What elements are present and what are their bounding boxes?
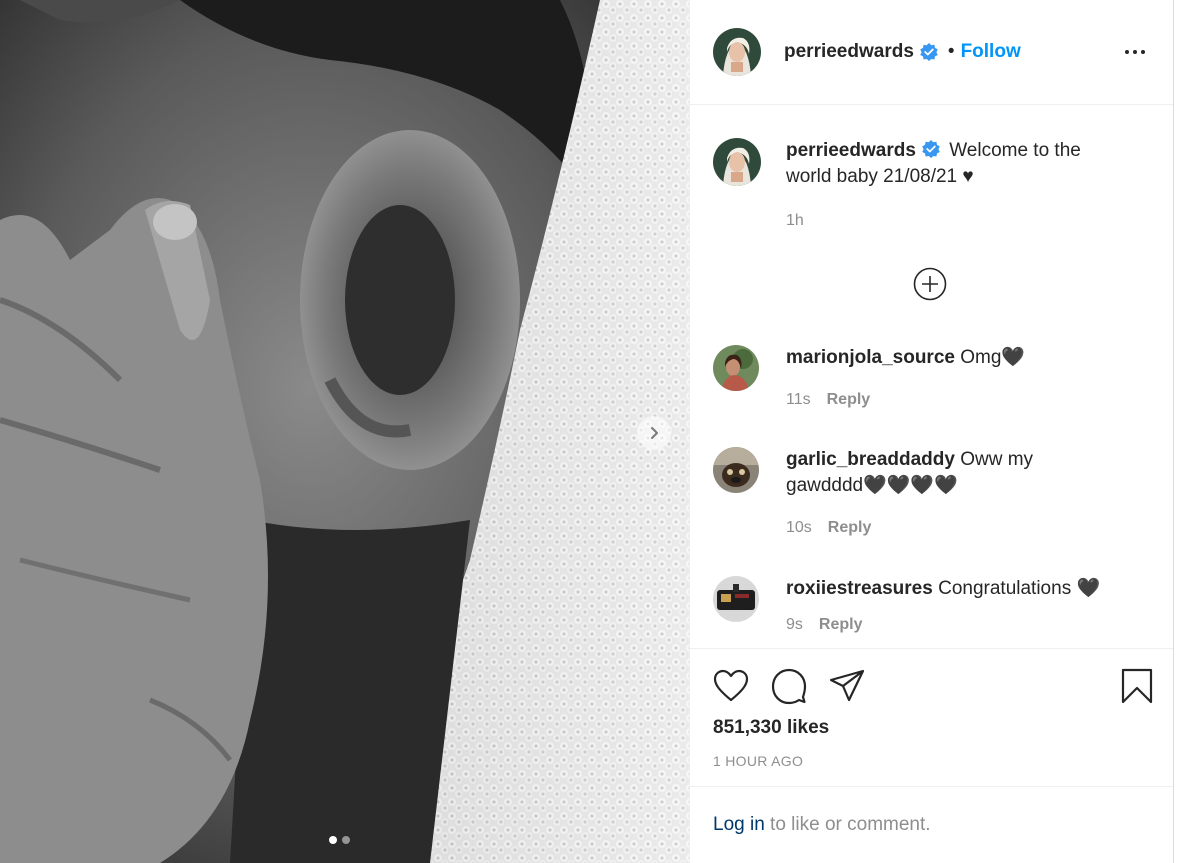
commenter-avatar-image xyxy=(713,345,759,391)
header-separator: • xyxy=(947,41,955,62)
caption-avatar-image xyxy=(713,138,761,186)
comments-section[interactable]: perrieedwards Welcome to the world baby … xyxy=(690,105,1173,648)
reply-button[interactable]: Reply xyxy=(819,616,863,633)
commenter-avatar-image xyxy=(713,576,759,622)
commenter-avatar[interactable] xyxy=(713,345,759,391)
chevron-right-icon xyxy=(651,427,658,439)
more-options-icon[interactable] xyxy=(1125,42,1149,62)
author-avatar[interactable] xyxy=(713,28,761,76)
next-slide-button[interactable] xyxy=(637,416,671,450)
caption-text-block: perrieedwards Welcome to the world baby … xyxy=(786,138,1116,190)
author-username[interactable]: perrieedwards xyxy=(784,41,914,63)
commenter-avatar-image xyxy=(713,447,759,493)
caption-username[interactable]: perrieedwards xyxy=(786,140,916,161)
post-actions: 851,330 likes 1 HOUR AGO xyxy=(690,648,1173,786)
comment-row: garlic_breaddaddy Oww my gawdddd🖤🖤🖤🖤 10s… xyxy=(713,447,1153,541)
comment-text: Omg🖤 xyxy=(960,347,1026,368)
baby-photo-image xyxy=(0,0,689,863)
caption-row: perrieedwards Welcome to the world baby … xyxy=(713,138,1153,234)
comment-text-block: marionjola_source Omg🖤 xyxy=(786,345,1126,371)
comment-time: 10s xyxy=(786,519,812,536)
commenter-avatar[interactable] xyxy=(713,447,759,493)
verified-badge-icon xyxy=(922,140,940,158)
likes-count[interactable]: 851,330 likes xyxy=(713,717,829,739)
comment-icon[interactable] xyxy=(770,667,808,705)
carousel-dot xyxy=(342,836,350,844)
comment-username[interactable]: marionjola_source xyxy=(786,347,955,368)
comment-text: Congratulations 🖤 xyxy=(938,578,1101,599)
login-prompt: Log in to like or comment. xyxy=(690,786,1173,863)
comment-row: marionjola_source Omg🖤 11s Reply xyxy=(713,345,1153,413)
commenter-avatar[interactable] xyxy=(713,576,759,622)
comment-username[interactable]: roxiiestreasures xyxy=(786,578,933,599)
paper-plane-icon[interactable] xyxy=(828,667,866,705)
comment-time: 11s xyxy=(786,391,811,408)
follow-button[interactable]: Follow xyxy=(961,41,1021,63)
comment-time: 9s xyxy=(786,616,803,633)
login-prompt-text: to like or comment. xyxy=(764,814,931,835)
reply-button[interactable]: Reply xyxy=(828,519,872,536)
comment-text-block: roxiiestreasures Congratulations 🖤 xyxy=(786,576,1136,602)
author-avatar-image xyxy=(713,28,761,76)
post-timestamp: 1 HOUR AGO xyxy=(713,753,804,769)
comment-row: roxiiestreasures Congratulations 🖤 9s Rep… xyxy=(713,576,1153,638)
carousel-indicator xyxy=(329,836,350,844)
post-photo[interactable] xyxy=(0,0,689,863)
verified-badge-icon xyxy=(920,43,938,61)
login-link[interactable]: Log in xyxy=(713,814,765,836)
instagram-post-view: perrieedwards • Follow perrieedwards Wel… xyxy=(0,0,1177,863)
post-side-panel: perrieedwards • Follow perrieedwards Wel… xyxy=(689,0,1174,863)
bookmark-icon[interactable] xyxy=(1118,667,1156,705)
comment-username[interactable]: garlic_breaddaddy xyxy=(786,449,955,470)
carousel-dot-active xyxy=(329,836,337,844)
heart-icon[interactable] xyxy=(712,667,750,705)
caption-time: 1h xyxy=(786,212,804,229)
comment-text-block: garlic_breaddaddy Oww my gawdddd🖤🖤🖤🖤 xyxy=(786,447,1086,499)
plus-circle-icon[interactable] xyxy=(913,267,947,301)
caption-author-avatar[interactable] xyxy=(713,138,761,186)
post-header: perrieedwards • Follow xyxy=(690,0,1173,105)
reply-button[interactable]: Reply xyxy=(827,391,871,408)
